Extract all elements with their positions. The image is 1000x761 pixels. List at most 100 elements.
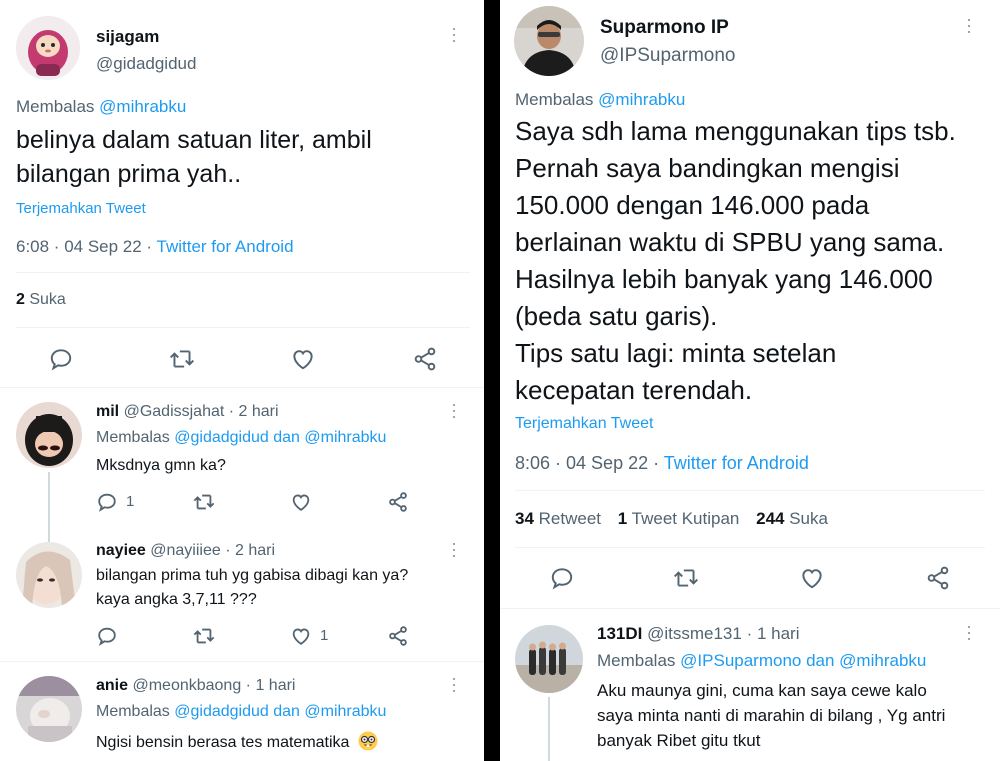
translate-tweet-link[interactable]: Terjemahkan Tweet xyxy=(515,415,653,433)
tweet-text-line: bilangan prima yah.. xyxy=(16,160,242,188)
avatar-mil[interactable] xyxy=(16,402,82,468)
retweet-icon[interactable] xyxy=(192,625,216,647)
likes-label: Suka xyxy=(24,291,66,308)
reply-author-name[interactable]: nayiee xyxy=(96,542,146,559)
likes-count: 244 xyxy=(756,509,785,528)
reply-context: Membalas @mihrabku xyxy=(515,90,685,110)
reply-to-link[interactable]: @gidadgidud dan @mihrabku xyxy=(174,429,386,446)
reply-author-name[interactable]: anie xyxy=(96,677,128,694)
time-text[interactable]: 8:06 · 04 Sep 22 · xyxy=(515,453,664,473)
reply-author-handle[interactable]: @nayiiiee · 2 hari xyxy=(150,542,275,559)
reply-to-link[interactable]: @IPSuparmono dan @mihrabku xyxy=(680,651,926,670)
tweet-text-line: kecepatan terendah. xyxy=(515,375,753,405)
retweet-stat[interactable]: 34 Retweet xyxy=(515,509,601,528)
reply-author-name[interactable]: mil xyxy=(96,403,119,420)
more-icon[interactable]: ··· xyxy=(445,402,465,420)
reply-icon[interactable] xyxy=(549,565,575,591)
reply-header: nayiee @nayiiiee · 2 hari xyxy=(96,542,275,560)
reply-author-handle[interactable]: @Gadissjahat · 2 hari xyxy=(124,403,279,420)
like-icon[interactable] xyxy=(290,625,312,647)
reply-to-link[interactable]: @mihrabku xyxy=(598,90,685,109)
more-icon[interactable]: ··· xyxy=(445,676,465,694)
tweet-stats: 34 Retweet 1 Tweet Kutipan 244 Suka xyxy=(515,509,828,529)
thread-connector xyxy=(48,472,50,544)
more-icon[interactable]: ··· xyxy=(445,26,465,44)
retweet-count: 34 xyxy=(515,509,534,528)
reply-header: 131DI @itssme131 · 1 hari xyxy=(597,624,799,644)
like-icon[interactable] xyxy=(290,346,316,372)
avatar-anie[interactable] xyxy=(16,676,82,742)
reply-to-link[interactable]: @gidadgidud dan @mihrabku xyxy=(174,703,386,720)
reply-text-line: banyak Ribet gitu tkut xyxy=(597,731,761,750)
reply-author-name[interactable]: 131DI xyxy=(597,624,642,643)
reply-text-line: kaya angka 3,7,11 ??? xyxy=(96,591,257,608)
left-screenshot-panel: sijagam @gidadgidud ··· Membalas @mihrab… xyxy=(0,0,484,761)
avatar-suparmono[interactable] xyxy=(514,6,584,76)
like-icon[interactable] xyxy=(799,565,825,591)
author-name[interactable]: sijagam xyxy=(96,27,159,47)
retweet-icon[interactable] xyxy=(168,346,196,372)
share-icon[interactable] xyxy=(412,346,438,372)
likes-label: Suka xyxy=(784,509,828,528)
author-handle[interactable]: @gidadgidud xyxy=(96,54,196,74)
time-text[interactable]: 6:08 · 04 Sep 22 · xyxy=(16,237,157,256)
reply-icon[interactable] xyxy=(48,346,74,372)
divider xyxy=(515,547,985,548)
client-link[interactable]: Twitter for Android xyxy=(664,453,809,473)
avatar-sijagam[interactable] xyxy=(16,16,80,80)
author-name[interactable]: Suparmono IP xyxy=(600,17,729,39)
reply-header: anie @meonkbaong · 1 hari xyxy=(96,677,295,695)
reply-text-line: saya minta nanti di marahin di bilang , … xyxy=(597,706,946,725)
quote-stat[interactable]: 1 Tweet Kutipan xyxy=(618,509,740,528)
client-link[interactable]: Twitter for Android xyxy=(157,237,294,256)
tweet-text-line: (beda satu garis). xyxy=(515,301,718,331)
share-icon[interactable] xyxy=(387,625,409,647)
reply-author-handle[interactable]: @meonkbaong · 1 hari xyxy=(132,677,295,694)
reply-text: Ngisi bensin berasa tes matematika xyxy=(96,731,378,752)
reply-icon[interactable] xyxy=(96,491,118,513)
retweet-label: Retweet xyxy=(533,509,602,528)
tweet-text-line: berlainan waktu di SPBU yang sama. xyxy=(515,227,945,257)
reply-to-link[interactable]: @mihrabku xyxy=(99,97,186,116)
more-icon[interactable]: ··· xyxy=(960,17,980,35)
tweet-text-line: belinya dalam satuan liter, ambil xyxy=(16,126,372,154)
reply-context: Membalas @gidadgidud dan @mihrabku xyxy=(96,703,386,721)
share-icon[interactable] xyxy=(387,491,409,513)
retweet-icon[interactable] xyxy=(192,491,216,513)
share-icon[interactable] xyxy=(925,565,951,591)
reply-text-line: Aku maunya gini, cuma kan saya cewe kalo xyxy=(597,681,927,700)
divider xyxy=(0,661,484,662)
tweet-text-line: 150.000 dengan 146.000 pada xyxy=(515,190,870,220)
quote-label: Tweet Kutipan xyxy=(627,509,740,528)
tweet-text-line: Saya sdh lama menggunakan tips tsb. xyxy=(515,116,956,146)
likes-stat[interactable]: 244 Suka xyxy=(756,509,828,528)
more-icon[interactable]: ··· xyxy=(960,624,980,642)
likes-count: 2 xyxy=(16,291,25,308)
divider xyxy=(16,327,470,328)
reply-text: Mksdnya gmn ka? xyxy=(96,457,226,474)
author-handle[interactable]: @IPSuparmono xyxy=(600,45,735,67)
reply-context: Membalas @IPSuparmono dan @mihrabku xyxy=(597,651,926,671)
tweet-text-line: Hasilnya lebih banyak yang 146.000 xyxy=(515,264,933,294)
tweet-text-line: Tips satu lagi: minta setelan xyxy=(515,338,837,368)
nerd-face-emoji xyxy=(358,731,378,751)
more-icon[interactable]: ··· xyxy=(445,541,465,559)
retweet-icon[interactable] xyxy=(672,565,700,591)
reply-prefix: Membalas xyxy=(16,97,95,116)
reply-prefix: Membalas xyxy=(597,651,676,670)
reply-icon[interactable] xyxy=(96,625,118,647)
reply-text-content: Ngisi bensin berasa tes matematika xyxy=(96,734,350,751)
avatar-131di[interactable] xyxy=(515,625,583,693)
translate-tweet-link[interactable]: Terjemahkan Tweet xyxy=(16,200,146,217)
likes-stat[interactable]: 2 Suka xyxy=(16,291,66,309)
quote-count: 1 xyxy=(617,509,628,528)
reply-count: 1 xyxy=(126,493,135,510)
reply-author-handle[interactable]: @itssme131 · 1 hari xyxy=(647,624,799,643)
screenshot-divider xyxy=(484,0,500,761)
reply-prefix: Membalas xyxy=(96,429,170,446)
reply-prefix: Membalas xyxy=(96,703,170,720)
right-screenshot-panel: Suparmono IP @IPSuparmono ··· Membalas @… xyxy=(500,0,1000,761)
like-icon[interactable] xyxy=(290,491,312,513)
reply-header: mil @Gadissjahat · 2 hari xyxy=(96,403,279,421)
avatar-nayiee[interactable] xyxy=(16,542,82,608)
